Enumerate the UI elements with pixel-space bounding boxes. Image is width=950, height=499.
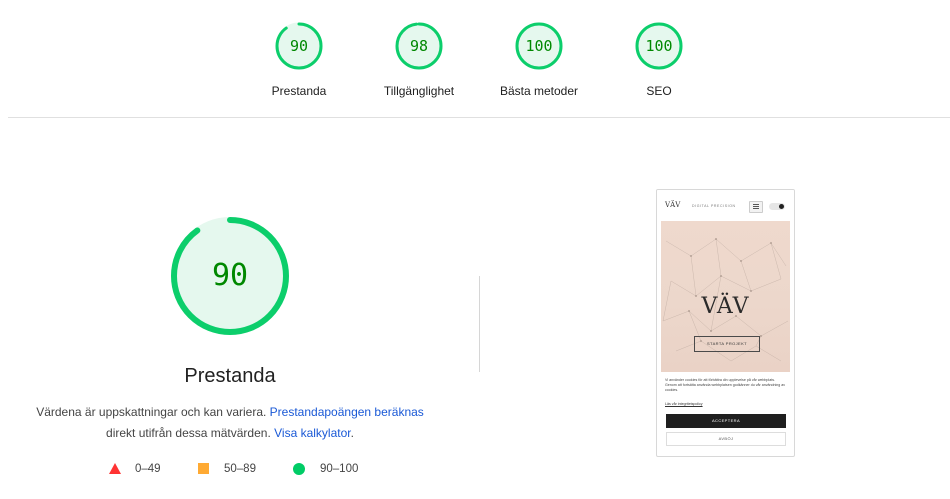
main-category-title: Prestanda [184, 365, 276, 387]
score-legend: 0–49 50–89 90–100 [0, 461, 460, 477]
performance-score: 90 [289, 37, 309, 55]
decline-cookies-button: AVBÖJ [666, 432, 786, 446]
cookie-notice-text: Vi använder cookies för att förbättra di… [665, 378, 786, 392]
seo-score: 100 [645, 37, 673, 55]
best-practices-label: Bästa metoder [499, 84, 579, 98]
final-screenshot[interactable]: VÄV DIGITAL PRECISION VÄV STARTA PROJEKT… [656, 189, 795, 457]
score-description: Värdena är uppskattningar och kan varier… [20, 402, 440, 444]
screenshot-brand: VÄV [701, 294, 750, 319]
legend-pass-range: 90–100 [320, 463, 359, 475]
best-practices-score: 100 [525, 37, 553, 55]
legend-average-range: 50–89 [224, 463, 256, 475]
calculator-link[interactable]: Visa kalkylator [274, 426, 350, 440]
vertical-separator [479, 276, 480, 372]
privacy-policy-link: Läs vår integritetspolicy [665, 402, 703, 406]
main-score: 90 [211, 258, 249, 293]
performance-label: Prestanda [271, 84, 327, 98]
performance-gauge: 90 [275, 22, 323, 70]
circle-icon [293, 463, 305, 475]
desc-text-2: direkt utifrån dessa mätvärden. [106, 426, 275, 440]
screenshot-logo: VÄV [665, 201, 681, 209]
calculation-link[interactable]: Prestandapoängen beräknas [270, 405, 424, 419]
screenshot-cta-button: STARTA PROJEKT [694, 336, 760, 352]
accessibility-gauge: 98 [395, 22, 443, 70]
theme-toggle-icon [769, 203, 785, 210]
desc-text-3: . [350, 426, 354, 440]
square-icon [198, 463, 209, 474]
seo-label: SEO [646, 84, 672, 98]
best-practices-gauge: 100 [515, 22, 563, 70]
desc-text-1: Värdena är uppskattningar och kan varier… [36, 405, 270, 419]
header-divider [8, 117, 950, 118]
main-performance-gauge: 90 [170, 216, 290, 336]
accept-cookies-button: ACCEPTERA [666, 414, 786, 428]
accessibility-score: 98 [409, 37, 429, 55]
hamburger-icon [749, 201, 763, 213]
category-summary: 90 Prestanda 98 Tillgänglighet 100 Bästa… [0, 0, 950, 118]
screenshot-header: VÄV DIGITAL PRECISION [657, 190, 794, 220]
seo-gauge: 100 [635, 22, 683, 70]
screenshot-tagline: DIGITAL PRECISION [692, 204, 736, 208]
screenshot-hero: VÄV STARTA PROJEKT [661, 221, 790, 372]
legend-fail-range: 0–49 [135, 463, 161, 475]
accessibility-label: Tillgänglighet [383, 84, 455, 98]
triangle-icon [109, 463, 121, 474]
